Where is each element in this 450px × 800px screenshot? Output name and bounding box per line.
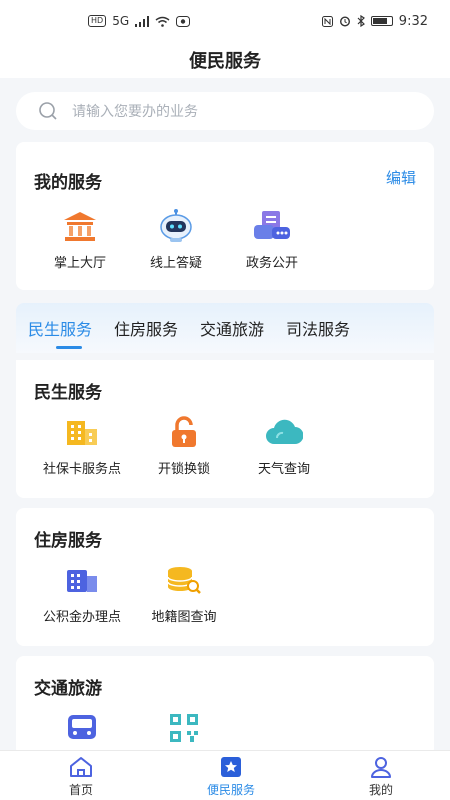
- status-left: HD 5G: [88, 14, 191, 28]
- nav-profile[interactable]: 我的: [331, 755, 431, 798]
- service-item-qa[interactable]: 线上答疑: [126, 208, 226, 271]
- header: 便民服务: [0, 42, 450, 78]
- wifi-icon: [155, 16, 170, 27]
- star-bookmark-icon: [221, 757, 241, 777]
- tab-housing[interactable]: 住房服务: [114, 316, 178, 340]
- eye-icon: [176, 15, 191, 27]
- nav-label: 我的: [368, 783, 393, 797]
- bank-hall-icon: [60, 208, 100, 244]
- section-title: 民生服务: [34, 383, 102, 403]
- lock-icon: [164, 414, 204, 450]
- section-card-livelihood: 民生服务 社保卡服务点 开锁换锁 天气查询: [16, 360, 434, 498]
- service-item-cadastral[interactable]: 地籍图查询: [134, 562, 234, 625]
- service-item-lock[interactable]: 开锁换锁: [134, 414, 234, 477]
- page-title: 便民服务: [189, 51, 261, 72]
- nav-label: 便民服务: [206, 783, 255, 797]
- database-search-icon: [164, 562, 204, 598]
- network-type: 5G: [112, 14, 130, 28]
- service-item-gov[interactable]: 政务公开: [222, 208, 322, 271]
- battery-icon: [370, 16, 393, 26]
- service-item-bus[interactable]: [32, 710, 132, 746]
- robot-icon: [156, 208, 196, 244]
- qr-code-icon: [164, 710, 204, 746]
- status-bar: HD 5G 9:32: [0, 0, 450, 42]
- nav-label: 首页: [68, 783, 93, 797]
- service-item-label: 地籍图查询: [151, 610, 217, 625]
- edit-button[interactable]: 编辑: [386, 167, 416, 188]
- my-services-card: 我的服务 编辑 掌上大厅 线上答疑 政务公开: [16, 142, 434, 290]
- service-item-qrcode[interactable]: [134, 710, 234, 746]
- service-item-label: 政务公开: [245, 256, 298, 271]
- search-input[interactable]: 请输入您要办的业务: [72, 101, 198, 121]
- section-card-transport: 交通旅游: [16, 656, 434, 756]
- service-item-hall[interactable]: 掌上大厅: [30, 208, 130, 271]
- clock: 9:32: [398, 13, 428, 29]
- service-item-label: 线上答疑: [149, 256, 202, 271]
- tab-transport[interactable]: 交通旅游: [200, 316, 264, 340]
- alarm-icon: [339, 16, 350, 27]
- chat-document-icon: [252, 208, 292, 244]
- nav-home[interactable]: 首页: [31, 755, 131, 798]
- nav-services[interactable]: 便民服务: [181, 755, 281, 798]
- search-bar[interactable]: 请输入您要办的业务: [16, 92, 434, 130]
- bottom-nav: 首页 便民服务 我的: [0, 750, 450, 800]
- my-services-title: 我的服务: [34, 173, 102, 193]
- bus-icon: [62, 710, 102, 746]
- tab-livelihood[interactable]: 民生服务: [28, 316, 92, 340]
- service-item-social-card[interactable]: 社保卡服务点: [32, 414, 132, 477]
- cloud-icon: [264, 414, 304, 450]
- service-item-label: 天气查询: [257, 462, 310, 477]
- signal-icon: [135, 15, 150, 27]
- tab-judicial[interactable]: 司法服务: [286, 316, 350, 340]
- service-item-label: 掌上大厅: [53, 256, 106, 271]
- service-item-provident-fund[interactable]: 公积金办理点: [32, 562, 132, 625]
- office-building-icon: [62, 562, 102, 598]
- service-item-label: 开锁换锁: [157, 462, 210, 477]
- nfc-icon: [321, 15, 333, 27]
- service-item-label: 社保卡服务点: [42, 462, 121, 477]
- home-icon: [70, 757, 92, 777]
- service-item-label: 公积金办理点: [42, 610, 121, 625]
- search-icon: [39, 102, 57, 120]
- service-item-weather[interactable]: 天气查询: [234, 414, 334, 477]
- hd-icon: HD: [88, 15, 107, 27]
- section-card-housing: 住房服务 公积金办理点 地籍图查询: [16, 508, 434, 646]
- section-title: 交通旅游: [34, 679, 102, 699]
- tab-active-indicator: [56, 346, 82, 349]
- bluetooth-icon: [357, 15, 365, 27]
- section-title: 住房服务: [34, 531, 102, 551]
- user-icon: [371, 757, 391, 778]
- building-icon: [62, 414, 102, 450]
- status-right: 9:32: [321, 13, 428, 29]
